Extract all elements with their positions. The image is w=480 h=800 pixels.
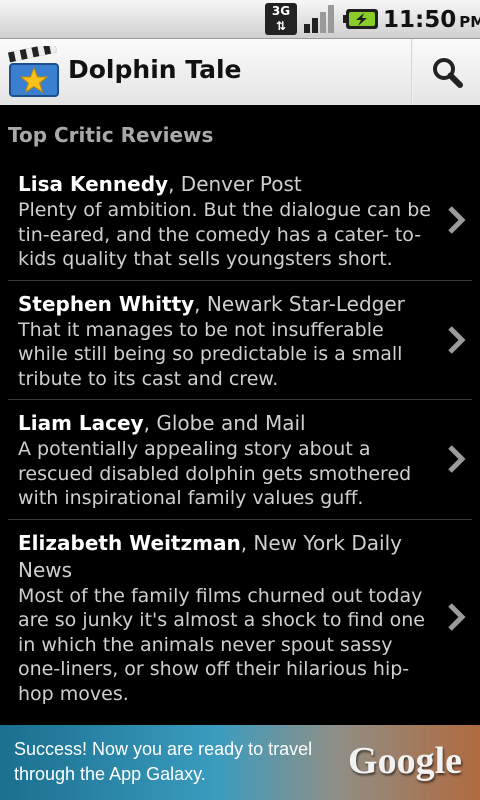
- review-quote: Plenty of ambition. But the dialogue can…: [18, 199, 431, 270]
- chevron-right-icon: [448, 602, 466, 631]
- clock-time: 11:50: [383, 7, 457, 33]
- critic-name: Stephen Whitty: [18, 291, 195, 316]
- review-item[interactable]: Elizabeth Weitzman, New York Daily News …: [8, 520, 472, 715]
- title-bar: Dolphin Tale: [0, 39, 480, 105]
- critic-name: Liam Lacey: [18, 411, 144, 435]
- network-type-label: 3G: [271, 4, 291, 18]
- critic-name: Lisa Kennedy: [18, 172, 169, 196]
- screen: 3G ⇅ 11:50 PM Dolphin Tale Top Critic Re…: [0, 0, 480, 800]
- status-bar: 3G ⇅ 11:50 PM: [0, 0, 480, 39]
- clock: 11:50 PM: [383, 5, 480, 35]
- review-header: Lisa Kennedy, Denver Post: [18, 171, 432, 198]
- critic-outlet: , Newark Star-Ledger: [194, 291, 405, 316]
- search-button[interactable]: [413, 39, 480, 105]
- signal-strength-icon: [304, 5, 334, 33]
- review-item[interactable]: Lisa Kennedy, Denver Post Plenty of ambi…: [8, 161, 472, 281]
- critic-name: Elizabeth Weitzman: [18, 530, 241, 555]
- critic-outlet: , Globe and Mail: [143, 411, 306, 435]
- review-quote: A potentially appealing story about a re…: [18, 438, 412, 509]
- review-header: Liam Lacey, Globe and Mail: [18, 410, 432, 437]
- review-quote: That it manages to be not insufferable w…: [18, 318, 403, 390]
- chevron-right-icon: [448, 445, 466, 474]
- chevron-right-icon: [448, 206, 466, 235]
- network-3g-icon: 3G ⇅: [265, 3, 297, 35]
- critic-outlet: , Denver Post: [168, 172, 302, 196]
- review-header: Stephen Whitty, Newark Star-Ledger: [18, 291, 432, 318]
- battery-charging-icon: [343, 9, 378, 29]
- clapperboard-star-icon: [8, 46, 59, 97]
- section-title: Top Critic Reviews: [8, 123, 214, 147]
- google-logo: Google: [348, 740, 462, 782]
- review-quote: Most of the family films churned out tod…: [18, 584, 425, 705]
- search-icon: [432, 58, 463, 88]
- ad-banner[interactable]: Success! Now you are ready to travel thr…: [0, 725, 480, 800]
- review-header: Elizabeth Weitzman, New York Daily News: [18, 530, 432, 584]
- app-title: Dolphin Tale: [68, 55, 242, 84]
- ad-text: Success! Now you are ready to travel thr…: [14, 739, 313, 784]
- review-item[interactable]: Stephen Whitty, Newark Star-Ledger That …: [8, 281, 472, 400]
- chevron-right-icon: [448, 325, 466, 354]
- review-item[interactable]: Liam Lacey, Globe and Mail A potentially…: [8, 400, 472, 520]
- review-list: Lisa Kennedy, Denver Post Plenty of ambi…: [8, 161, 472, 714]
- content-area: Top Critic Reviews Lisa Kennedy, Denver …: [0, 105, 480, 725]
- clock-ampm: PM: [459, 13, 480, 31]
